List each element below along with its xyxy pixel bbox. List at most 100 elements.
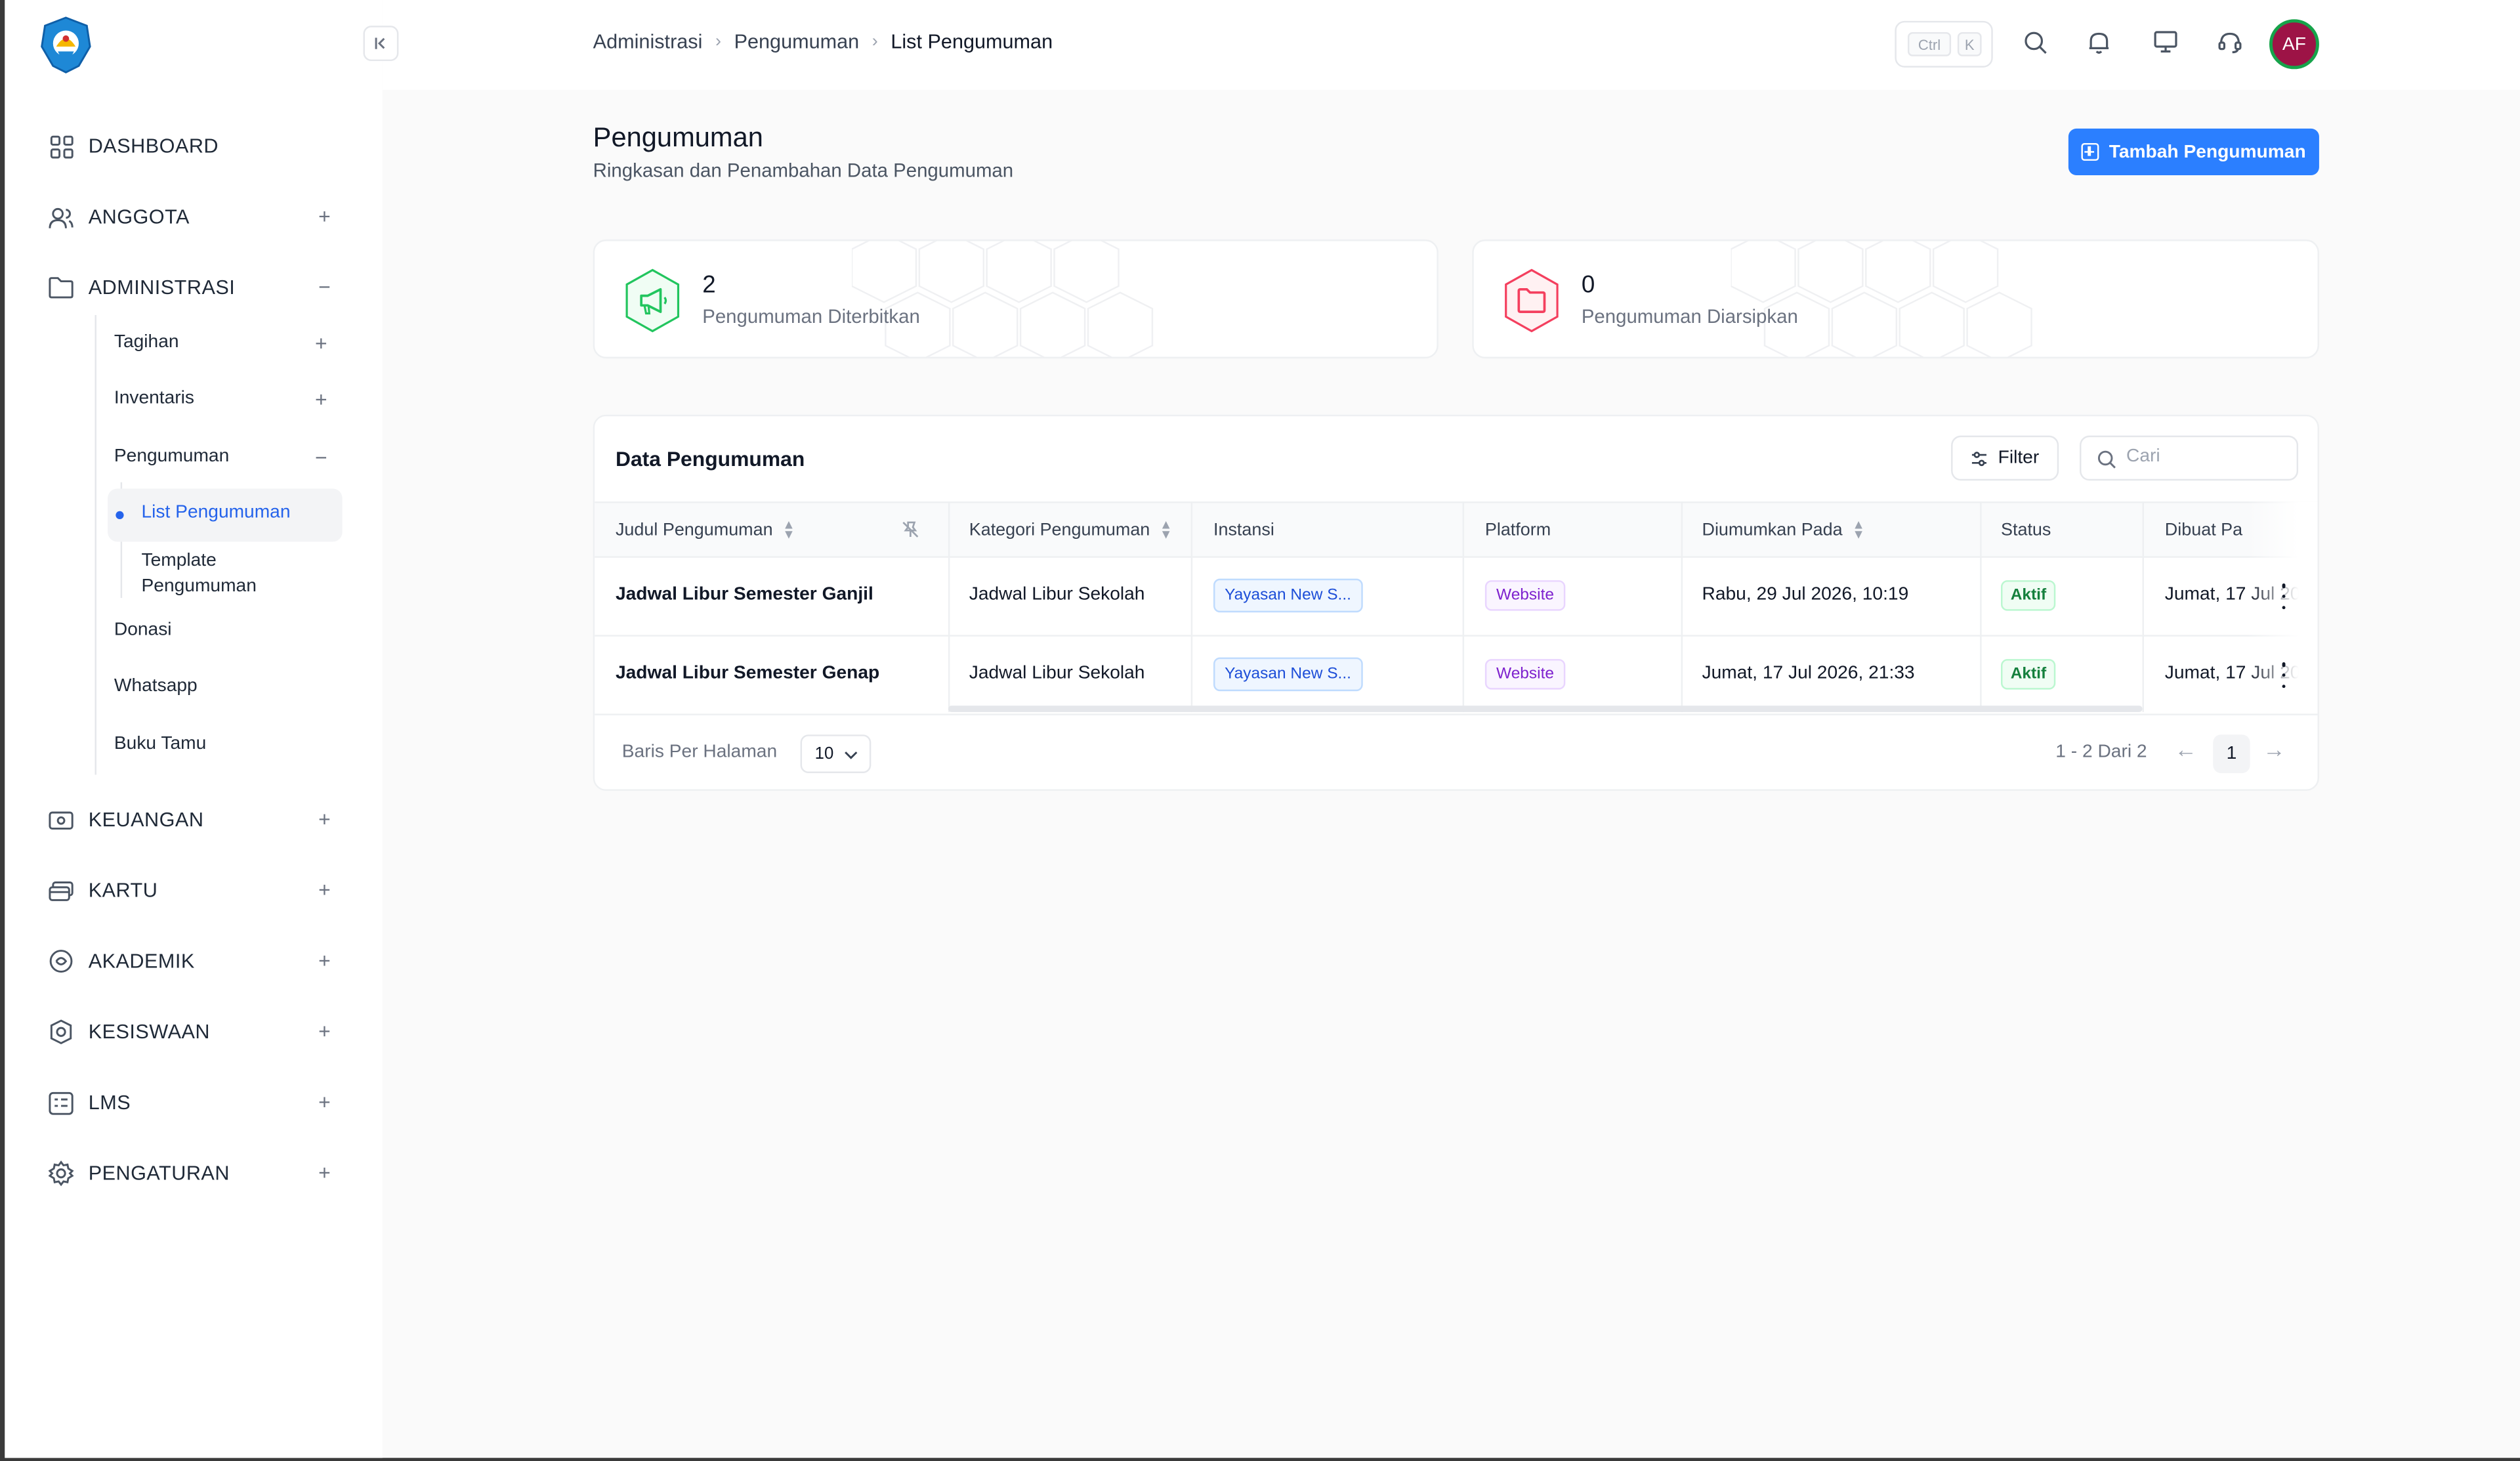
table-row[interactable]: Jadwal Libur Semester Genap Jadwal Libur… (595, 637, 2318, 715)
sub-label: Pengumuman (114, 446, 230, 467)
nav-administrasi[interactable]: ADMINISTRASI − (48, 270, 337, 305)
lms-icon (48, 1090, 74, 1115)
monitor-icon[interactable] (2151, 28, 2179, 56)
table-title: Data Pengumuman (615, 446, 805, 471)
column-header-diumumkan[interactable]: Diumumkan Pada ▲ ▼ (1702, 519, 1864, 541)
kbd-ctrl: Ctrl (1907, 32, 1952, 56)
add-announcement-button[interactable]: Tambah Pengumuman (2068, 128, 2319, 175)
users-icon (48, 204, 74, 230)
expand-icon[interactable]: + (315, 878, 334, 903)
collapse-icon[interactable]: − (315, 445, 327, 469)
student-icon (48, 1019, 74, 1045)
column-label: Dibuat Pa (2164, 520, 2243, 540)
search-icon[interactable] (2020, 28, 2049, 56)
bell-icon[interactable] (2084, 28, 2113, 56)
avatar[interactable]: AF (2269, 19, 2319, 70)
nav-dashboard[interactable]: DASHBOARD (48, 129, 337, 164)
search-field[interactable] (2080, 435, 2299, 481)
nav-keuangan[interactable]: KEUANGAN + (48, 802, 337, 837)
search-input[interactable] (2126, 446, 2287, 467)
nav-pengaturan[interactable]: PENGATURAN + (48, 1156, 337, 1191)
page-number-button[interactable]: 1 (2213, 734, 2250, 773)
stat-card-archived: 0 Pengumuman Diarsipkan (1472, 239, 2319, 359)
sub-pengumuman[interactable]: Pengumuman − (114, 445, 327, 469)
stat-value: 0 (1581, 271, 1595, 299)
chevron-right-icon: › (715, 32, 721, 52)
support-headset-icon[interactable] (2215, 28, 2244, 56)
expand-icon[interactable]: + (315, 1160, 334, 1186)
sub-label: Whatsapp (114, 677, 198, 696)
sub-template-pengumuman[interactable]: Template Pengumuman (142, 548, 286, 599)
nav-akademik[interactable]: AKADEMIK + (48, 944, 337, 979)
collapse-left-icon (375, 37, 385, 49)
sub-inventaris[interactable]: Inventaris + (114, 387, 327, 412)
sub-whatsapp[interactable]: Whatsapp (114, 677, 198, 696)
sub-label: List Pengumuman (141, 503, 291, 522)
nav-label: LMS (88, 1091, 131, 1114)
stat-label: Pengumuman Diarsipkan (1581, 305, 1798, 328)
expand-icon[interactable]: + (315, 331, 327, 355)
sub-list-pengumuman[interactable]: List Pengumuman (108, 488, 343, 542)
unpin-icon[interactable] (902, 520, 919, 538)
settings-icon (48, 1160, 74, 1187)
nav-kesiswaan[interactable]: KESISWAAN + (48, 1014, 337, 1049)
table-row[interactable]: Jadwal Libur Semester Ganjil Jadwal Libu… (595, 558, 2318, 637)
expand-icon[interactable]: + (315, 1090, 334, 1115)
select-value: 10 (814, 744, 834, 764)
platform-badge: Website (1484, 659, 1566, 690)
prev-page-arrow-icon[interactable]: ← (2174, 736, 2196, 762)
horizontal-scrollbar[interactable] (948, 706, 2143, 712)
row-actions-kebab-icon[interactable] (2277, 583, 2290, 610)
sub-tagihan[interactable]: Tagihan + (114, 331, 327, 355)
nav-kartu[interactable]: KARTU + (48, 873, 337, 908)
sliders-icon (1972, 451, 1987, 465)
expand-icon[interactable]: + (315, 387, 327, 412)
breadcrumb-item[interactable]: Pengumuman (734, 31, 860, 53)
nav-label: KESISWAAN (88, 1021, 211, 1044)
column-header-dibuat: Dibuat Pa (2165, 520, 2242, 540)
cell-kategori: Jadwal Libur Sekolah (969, 585, 1145, 604)
column-header-kategori[interactable]: Kategori Pengumuman ▲ ▼ (969, 519, 1173, 541)
tree-line (94, 315, 96, 775)
filter-button[interactable]: Filter (1951, 435, 2059, 481)
sidebar: DASHBOARD ANGGOTA + ADMINISTRASI − Tagih… (5, 0, 383, 1458)
collapse-icon[interactable]: − (315, 275, 334, 301)
breadcrumb-item[interactable]: Administrasi (593, 31, 703, 53)
nav-anggota[interactable]: ANGGOTA + (48, 200, 337, 235)
sort-icon[interactable]: ▲ ▼ (1852, 519, 1864, 541)
sub-label: Inventaris (114, 389, 194, 409)
column-header-status: Status (2001, 520, 2051, 540)
sub-buku-tamu[interactable]: Buku Tamu (114, 734, 206, 753)
dashboard-grid-icon (48, 133, 74, 159)
status-badge: Aktif (2001, 580, 2056, 611)
platform-badge: Website (1484, 580, 1566, 611)
money-icon (48, 807, 74, 832)
command-palette-button[interactable]: Ctrl K (1895, 20, 1993, 68)
collapse-sidebar-button[interactable] (363, 26, 399, 62)
nav-label: AKADEMIK (88, 950, 195, 973)
rows-per-page-select[interactable]: 10 (800, 734, 872, 773)
sort-icon[interactable]: ▲ ▼ (1160, 519, 1172, 541)
school-logo-icon[interactable] (37, 16, 94, 74)
expand-icon[interactable]: + (315, 204, 334, 230)
expand-icon[interactable]: + (315, 807, 334, 832)
page-subtitle: Ringkasan dan Penambahan Data Pengumuman (593, 159, 1014, 182)
instansi-badge: Yayasan New S... (1213, 578, 1363, 613)
cell-diumumkan: Rabu, 29 Jul 2026, 10:19 (1702, 585, 1909, 604)
expand-icon[interactable]: + (315, 948, 334, 974)
button-label: Tambah Pengumuman (2109, 142, 2306, 162)
button-label: Filter (1998, 448, 2040, 468)
page-number: 1 (2226, 744, 2237, 764)
nav-lms[interactable]: LMS + (48, 1085, 337, 1120)
column-label: Instansi (1213, 520, 1274, 540)
breadcrumb-current: List Pengumuman (891, 30, 1053, 53)
stat-label: Pengumuman Diterbitkan (702, 305, 920, 328)
cell-judul: Jadwal Libur Semester Ganjil (615, 585, 873, 604)
sub-donasi[interactable]: Donasi (114, 620, 172, 639)
row-actions-kebab-icon[interactable] (2277, 662, 2290, 688)
expand-icon[interactable]: + (315, 1019, 334, 1045)
sub-label: Tagihan (114, 332, 179, 352)
sort-icon[interactable]: ▲ ▼ (782, 519, 795, 541)
next-page-arrow-icon[interactable]: → (2263, 736, 2285, 762)
column-header-judul[interactable]: Judul Pengumuman ▲ ▼ (616, 519, 795, 541)
